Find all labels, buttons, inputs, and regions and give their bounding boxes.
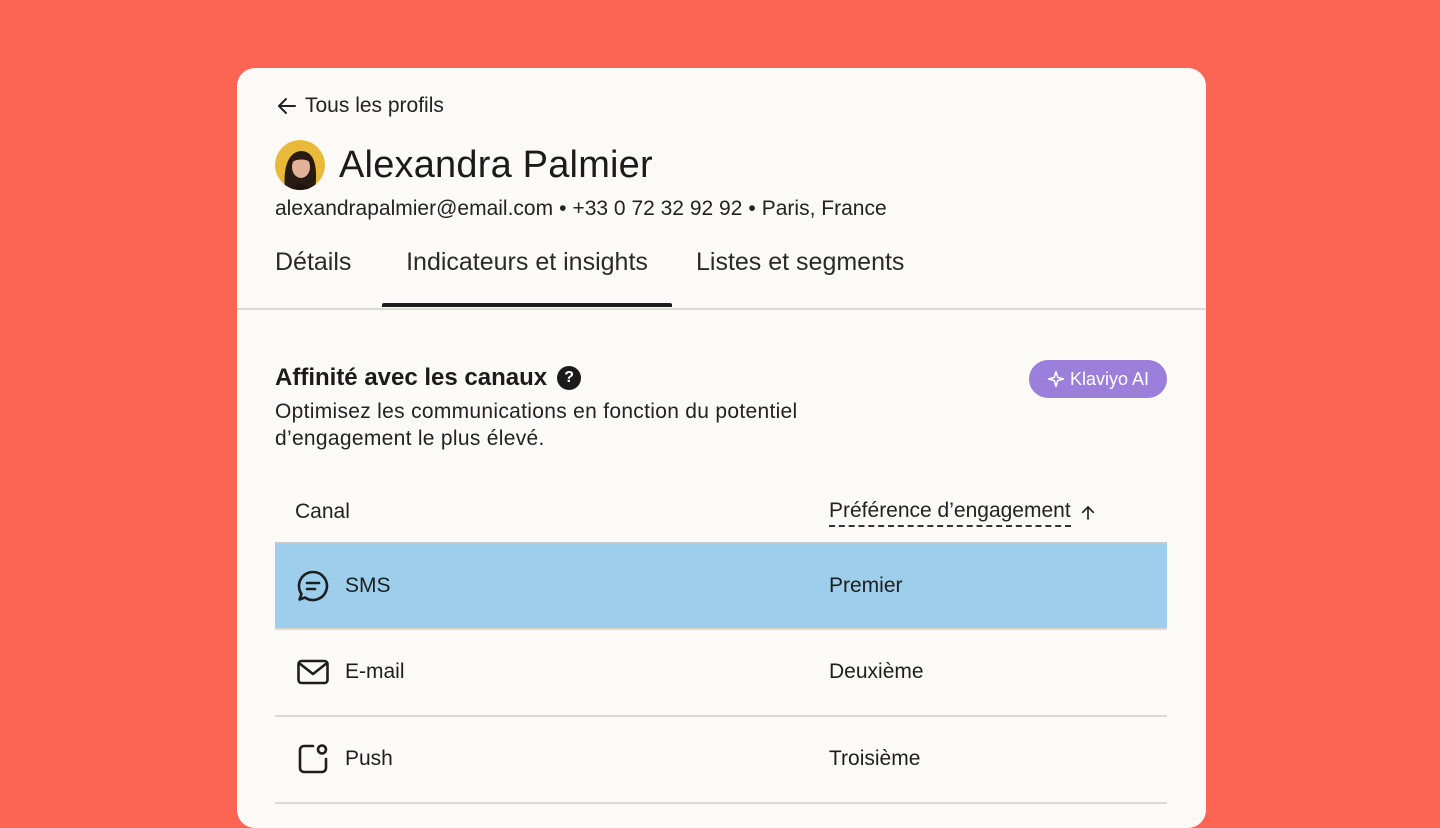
section-description: Optimisez les communications en fonction… — [275, 400, 798, 450]
profile-tabs: Détails Indicateurs et insights Listes e… — [237, 238, 1206, 310]
profile-location: Paris, France — [761, 197, 887, 220]
back-to-profiles-link[interactable]: Tous les profils — [275, 92, 444, 120]
channel-name: SMS — [345, 574, 391, 597]
tab-indicators-insights[interactable]: Indicateurs et insights — [382, 238, 672, 307]
engagement-preference: Premier — [829, 574, 903, 597]
column-header-preference-label: Préférence d’engagement — [829, 499, 1071, 527]
table-row[interactable]: SMS Premier — [275, 542, 1167, 630]
profile-email: alexandrapalmier@email.com — [275, 197, 554, 220]
channel-name: Push — [345, 747, 393, 770]
engagement-preference: Deuxième — [829, 660, 924, 683]
back-link-label: Tous les profils — [305, 94, 444, 117]
section-title-text: Affinité avec les canaux — [275, 364, 548, 391]
ai-badge-label: Klaviyo AI — [1069, 368, 1150, 389]
table-row[interactable]: E-mail Deuxième — [275, 630, 1167, 717]
profile-card: Tous les profils Alexandra Palmier alexa… — [237, 68, 1206, 828]
help-icon[interactable]: ? — [557, 366, 582, 390]
profile-name: Alexandra Palmier — [339, 144, 653, 186]
push-notification-icon — [298, 744, 328, 774]
column-header-preference[interactable]: Préférence d’engagement — [829, 488, 1097, 538]
section-title: Affinité avec les canaux ? — [275, 361, 582, 395]
separator: • — [559, 197, 567, 220]
profile-phone: +33 0 72 32 92 92 — [572, 197, 743, 220]
table-row[interactable]: Push Troisième — [275, 717, 1167, 804]
separator: • — [748, 197, 756, 220]
engagement-preference: Troisième — [829, 747, 921, 770]
table-rows: SMS Premier E-mail Deuxième Push Troisiè… — [275, 542, 1167, 804]
tab-lists-segments[interactable]: Listes et segments — [696, 238, 904, 306]
arrow-left-icon — [278, 98, 296, 114]
avatar — [275, 140, 325, 190]
sms-chat-icon — [297, 570, 329, 602]
arrow-up-sort-icon — [1081, 506, 1094, 520]
klaviyo-ai-badge[interactable]: Klaviyo AI — [1029, 360, 1167, 398]
sparkle-icon — [1047, 370, 1065, 388]
mail-icon — [297, 659, 329, 685]
contact-line: alexandrapalmier@email.com • +33 0 72 32 9… — [275, 194, 887, 224]
tab-details[interactable]: Détails — [275, 238, 351, 306]
channel-name: E-mail — [345, 660, 405, 683]
column-header-channel: Canal — [295, 500, 350, 523]
